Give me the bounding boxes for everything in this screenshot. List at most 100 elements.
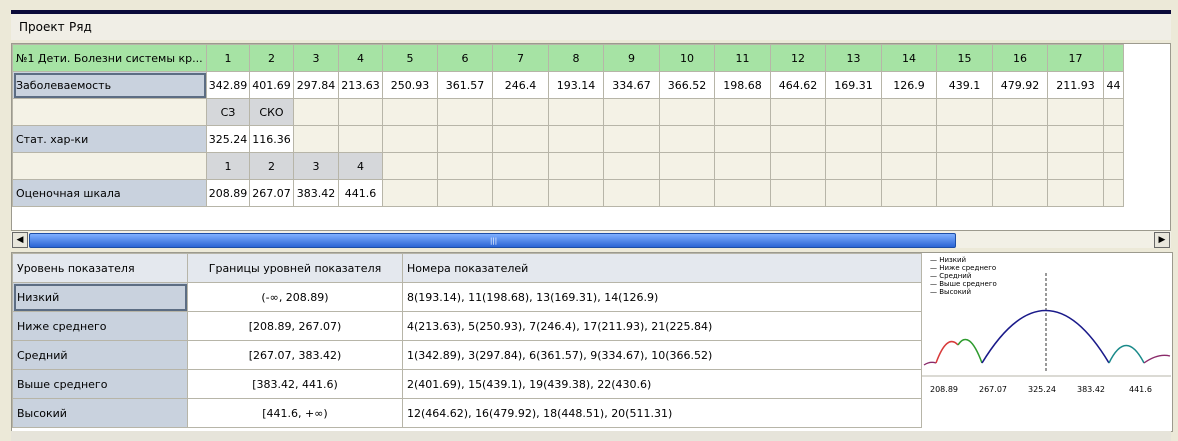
data-cell[interactable]: 464.62 <box>770 71 826 99</box>
row-label[interactable]: Заболеваемость <box>12 71 207 99</box>
level-name[interactable]: Ниже среднего <box>12 311 188 341</box>
empty-cell[interactable] <box>437 98 493 126</box>
empty-cell[interactable] <box>1103 125 1124 153</box>
empty-cell[interactable] <box>437 152 493 180</box>
data-cell[interactable]: 116.36 <box>249 125 294 153</box>
header-bounds[interactable]: Границы уровней показателя <box>187 253 403 283</box>
data-cell[interactable]: 126.9 <box>881 71 937 99</box>
data-cell[interactable]: 44 <box>1103 71 1124 99</box>
col-header[interactable]: 16 <box>992 44 1048 72</box>
stat-header-cell[interactable]: СКО <box>249 98 294 126</box>
data-cell[interactable]: 441.6 <box>338 179 383 207</box>
empty-cell[interactable] <box>881 152 937 180</box>
col-header[interactable]: 11 <box>714 44 771 72</box>
empty-cell[interactable] <box>770 179 826 207</box>
empty-cell[interactable] <box>825 179 882 207</box>
empty-cell[interactable] <box>293 98 339 126</box>
data-cell[interactable]: 439.1 <box>936 71 993 99</box>
scale-header-cell[interactable]: 2 <box>249 152 294 180</box>
empty-cell[interactable] <box>1103 152 1124 180</box>
empty-cell[interactable] <box>936 152 993 180</box>
empty-cell[interactable] <box>881 98 937 126</box>
level-items[interactable]: 4(213.63), 5(250.93), 7(246.4), 17(211.9… <box>402 311 922 341</box>
data-cell[interactable]: 361.57 <box>437 71 493 99</box>
data-cell[interactable]: 267.07 <box>249 179 294 207</box>
scroll-left-button[interactable]: ◀ <box>12 232 28 248</box>
data-cell[interactable]: 213.63 <box>338 71 383 99</box>
row-label[interactable] <box>12 98 207 126</box>
menu-series[interactable]: Ряд <box>69 20 92 34</box>
empty-cell[interactable] <box>548 152 604 180</box>
scrollbar-thumb[interactable]: ||| <box>29 233 956 248</box>
empty-cell[interactable] <box>714 125 771 153</box>
row-label[interactable]: Оценочная шкала <box>12 179 207 207</box>
empty-cell[interactable] <box>548 125 604 153</box>
col-header[interactable]: 2 <box>249 44 294 72</box>
scale-header-cell[interactable]: 1 <box>206 152 250 180</box>
empty-cell[interactable] <box>992 179 1048 207</box>
empty-cell[interactable] <box>825 98 882 126</box>
horizontal-scrollbar[interactable]: ◀ ||| ▶ <box>11 230 1171 248</box>
empty-cell[interactable] <box>382 152 438 180</box>
empty-cell[interactable] <box>659 98 715 126</box>
empty-cell[interactable] <box>992 125 1048 153</box>
empty-cell[interactable] <box>881 125 937 153</box>
col-header[interactable]: 13 <box>825 44 882 72</box>
level-items[interactable]: 12(464.62), 16(479.92), 18(448.51), 20(5… <box>402 398 922 428</box>
empty-cell[interactable] <box>659 125 715 153</box>
data-cell[interactable]: 383.42 <box>293 179 339 207</box>
empty-cell[interactable] <box>659 152 715 180</box>
col-header[interactable]: 14 <box>881 44 937 72</box>
empty-cell[interactable] <box>437 179 493 207</box>
col-header[interactable]: 3 <box>293 44 339 72</box>
empty-cell[interactable] <box>825 125 882 153</box>
col-header[interactable] <box>1103 44 1124 72</box>
empty-cell[interactable] <box>992 98 1048 126</box>
level-name[interactable]: Выше среднего <box>12 369 188 399</box>
empty-cell[interactable] <box>338 125 383 153</box>
empty-cell[interactable] <box>770 98 826 126</box>
empty-cell[interactable] <box>492 125 549 153</box>
col-header[interactable]: 7 <box>492 44 549 72</box>
stat-header-cell[interactable]: СЗ <box>206 98 250 126</box>
data-cell[interactable]: 246.4 <box>492 71 549 99</box>
empty-cell[interactable] <box>714 152 771 180</box>
level-items[interactable]: 2(401.69), 15(439.1), 19(439.38), 22(430… <box>402 369 922 399</box>
empty-cell[interactable] <box>382 125 438 153</box>
empty-cell[interactable] <box>714 98 771 126</box>
empty-cell[interactable] <box>1047 179 1104 207</box>
empty-cell[interactable] <box>603 152 660 180</box>
empty-cell[interactable] <box>603 98 660 126</box>
col-header[interactable]: 15 <box>936 44 993 72</box>
empty-cell[interactable] <box>1047 152 1104 180</box>
header-level[interactable]: Уровень показателя <box>12 253 188 283</box>
empty-cell[interactable] <box>659 179 715 207</box>
data-cell[interactable]: 401.69 <box>249 71 294 99</box>
data-cell[interactable]: 334.67 <box>603 71 660 99</box>
level-bounds[interactable]: [267.07, 383.42) <box>187 340 403 370</box>
col-header[interactable]: 8 <box>548 44 604 72</box>
empty-cell[interactable] <box>548 98 604 126</box>
empty-cell[interactable] <box>770 125 826 153</box>
level-name[interactable]: Высокий <box>12 398 188 428</box>
empty-cell[interactable] <box>603 125 660 153</box>
data-cell[interactable]: 169.31 <box>825 71 882 99</box>
empty-cell[interactable] <box>770 152 826 180</box>
col-header[interactable]: 1 <box>206 44 250 72</box>
col-header[interactable]: 12 <box>770 44 826 72</box>
empty-cell[interactable] <box>1047 125 1104 153</box>
col-header[interactable]: 17 <box>1047 44 1104 72</box>
empty-cell[interactable] <box>936 98 993 126</box>
data-cell[interactable]: 250.93 <box>382 71 438 99</box>
empty-cell[interactable] <box>1103 98 1124 126</box>
data-cell[interactable]: 198.68 <box>714 71 771 99</box>
data-cell[interactable]: 325.24 <box>206 125 250 153</box>
data-cell[interactable]: 208.89 <box>206 179 250 207</box>
row-label[interactable]: Стат. хар-ки <box>12 125 207 153</box>
empty-cell[interactable] <box>338 98 383 126</box>
data-cell[interactable]: 479.92 <box>992 71 1048 99</box>
empty-cell[interactable] <box>382 179 438 207</box>
empty-cell[interactable] <box>992 152 1048 180</box>
empty-cell[interactable] <box>492 98 549 126</box>
empty-cell[interactable] <box>492 152 549 180</box>
